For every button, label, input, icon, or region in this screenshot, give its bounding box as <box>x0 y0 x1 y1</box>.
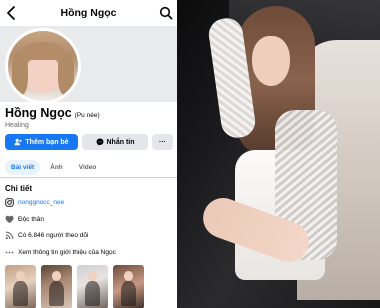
tab-videos[interactable]: Video <box>73 160 103 175</box>
more-dots-icon <box>5 251 14 254</box>
profile-panel: Hồng Ngọc Hồng Ngọc (Pu née) Healing Thê… <box>0 0 177 308</box>
featured-photo[interactable] <box>41 265 72 308</box>
add-friend-button[interactable]: Thêm bạn bè <box>5 134 78 150</box>
avatar-image <box>8 31 78 101</box>
messenger-icon <box>96 138 103 146</box>
heart-icon <box>5 215 14 224</box>
relationship-label: Độc thân <box>18 216 45 223</box>
avatar[interactable] <box>5 28 81 104</box>
profile-actions: Thêm bạn bè Nhắn tin ··· <box>5 134 173 150</box>
tab-photos[interactable]: Ảnh <box>44 160 69 175</box>
followers-count: Có 6.846 người theo dõi <box>18 232 89 239</box>
add-user-icon <box>14 138 23 146</box>
tab-posts[interactable]: Bài viết <box>5 160 41 175</box>
instagram-icon <box>5 198 14 207</box>
featured-photo[interactable] <box>5 265 36 308</box>
profile-name-row: Hồng Ngọc (Pu née) <box>5 106 100 120</box>
search-icon[interactable] <box>159 6 173 20</box>
divider <box>0 177 177 178</box>
featured-photo[interactable] <box>113 265 144 308</box>
top-bar: Hồng Ngọc <box>0 0 177 28</box>
details-heading: Chi tiết <box>5 184 33 193</box>
more-options-button[interactable]: ··· <box>152 134 173 150</box>
featured-photos <box>5 265 144 308</box>
profile-bio: Healing <box>5 122 29 129</box>
profile-tabs: Bài viết Ảnh Video <box>5 160 102 175</box>
instagram-link[interactable]: nonggnocc_nee <box>5 198 64 207</box>
screen: Hồng Ngọc Hồng Ngọc (Pu née) Healing Thê… <box>0 0 380 308</box>
relationship-status: Độc thân <box>5 215 44 224</box>
see-about-link[interactable]: Xem thông tin giới thiệu của Ngọc <box>5 248 116 257</box>
instagram-handle[interactable]: nonggnocc_nee <box>18 199 64 206</box>
add-friend-label: Thêm bạn bè <box>25 138 69 146</box>
featured-photo[interactable] <box>77 265 108 308</box>
page-title: Hồng Ngọc <box>60 7 117 19</box>
profile-name: Hồng Ngọc <box>5 106 72 120</box>
rss-icon <box>5 231 14 240</box>
followers-info[interactable]: Có 6.846 người theo dõi <box>5 231 88 240</box>
see-about-label[interactable]: Xem thông tin giới thiệu của Ngọc <box>18 249 116 256</box>
message-label: Nhắn tin <box>106 138 135 146</box>
photo-face <box>252 36 290 86</box>
profile-photo-large <box>177 0 380 308</box>
profile-nickname: (Pu née) <box>74 112 100 119</box>
chevron-left-icon[interactable] <box>5 5 19 21</box>
message-button[interactable]: Nhắn tin <box>82 134 148 150</box>
